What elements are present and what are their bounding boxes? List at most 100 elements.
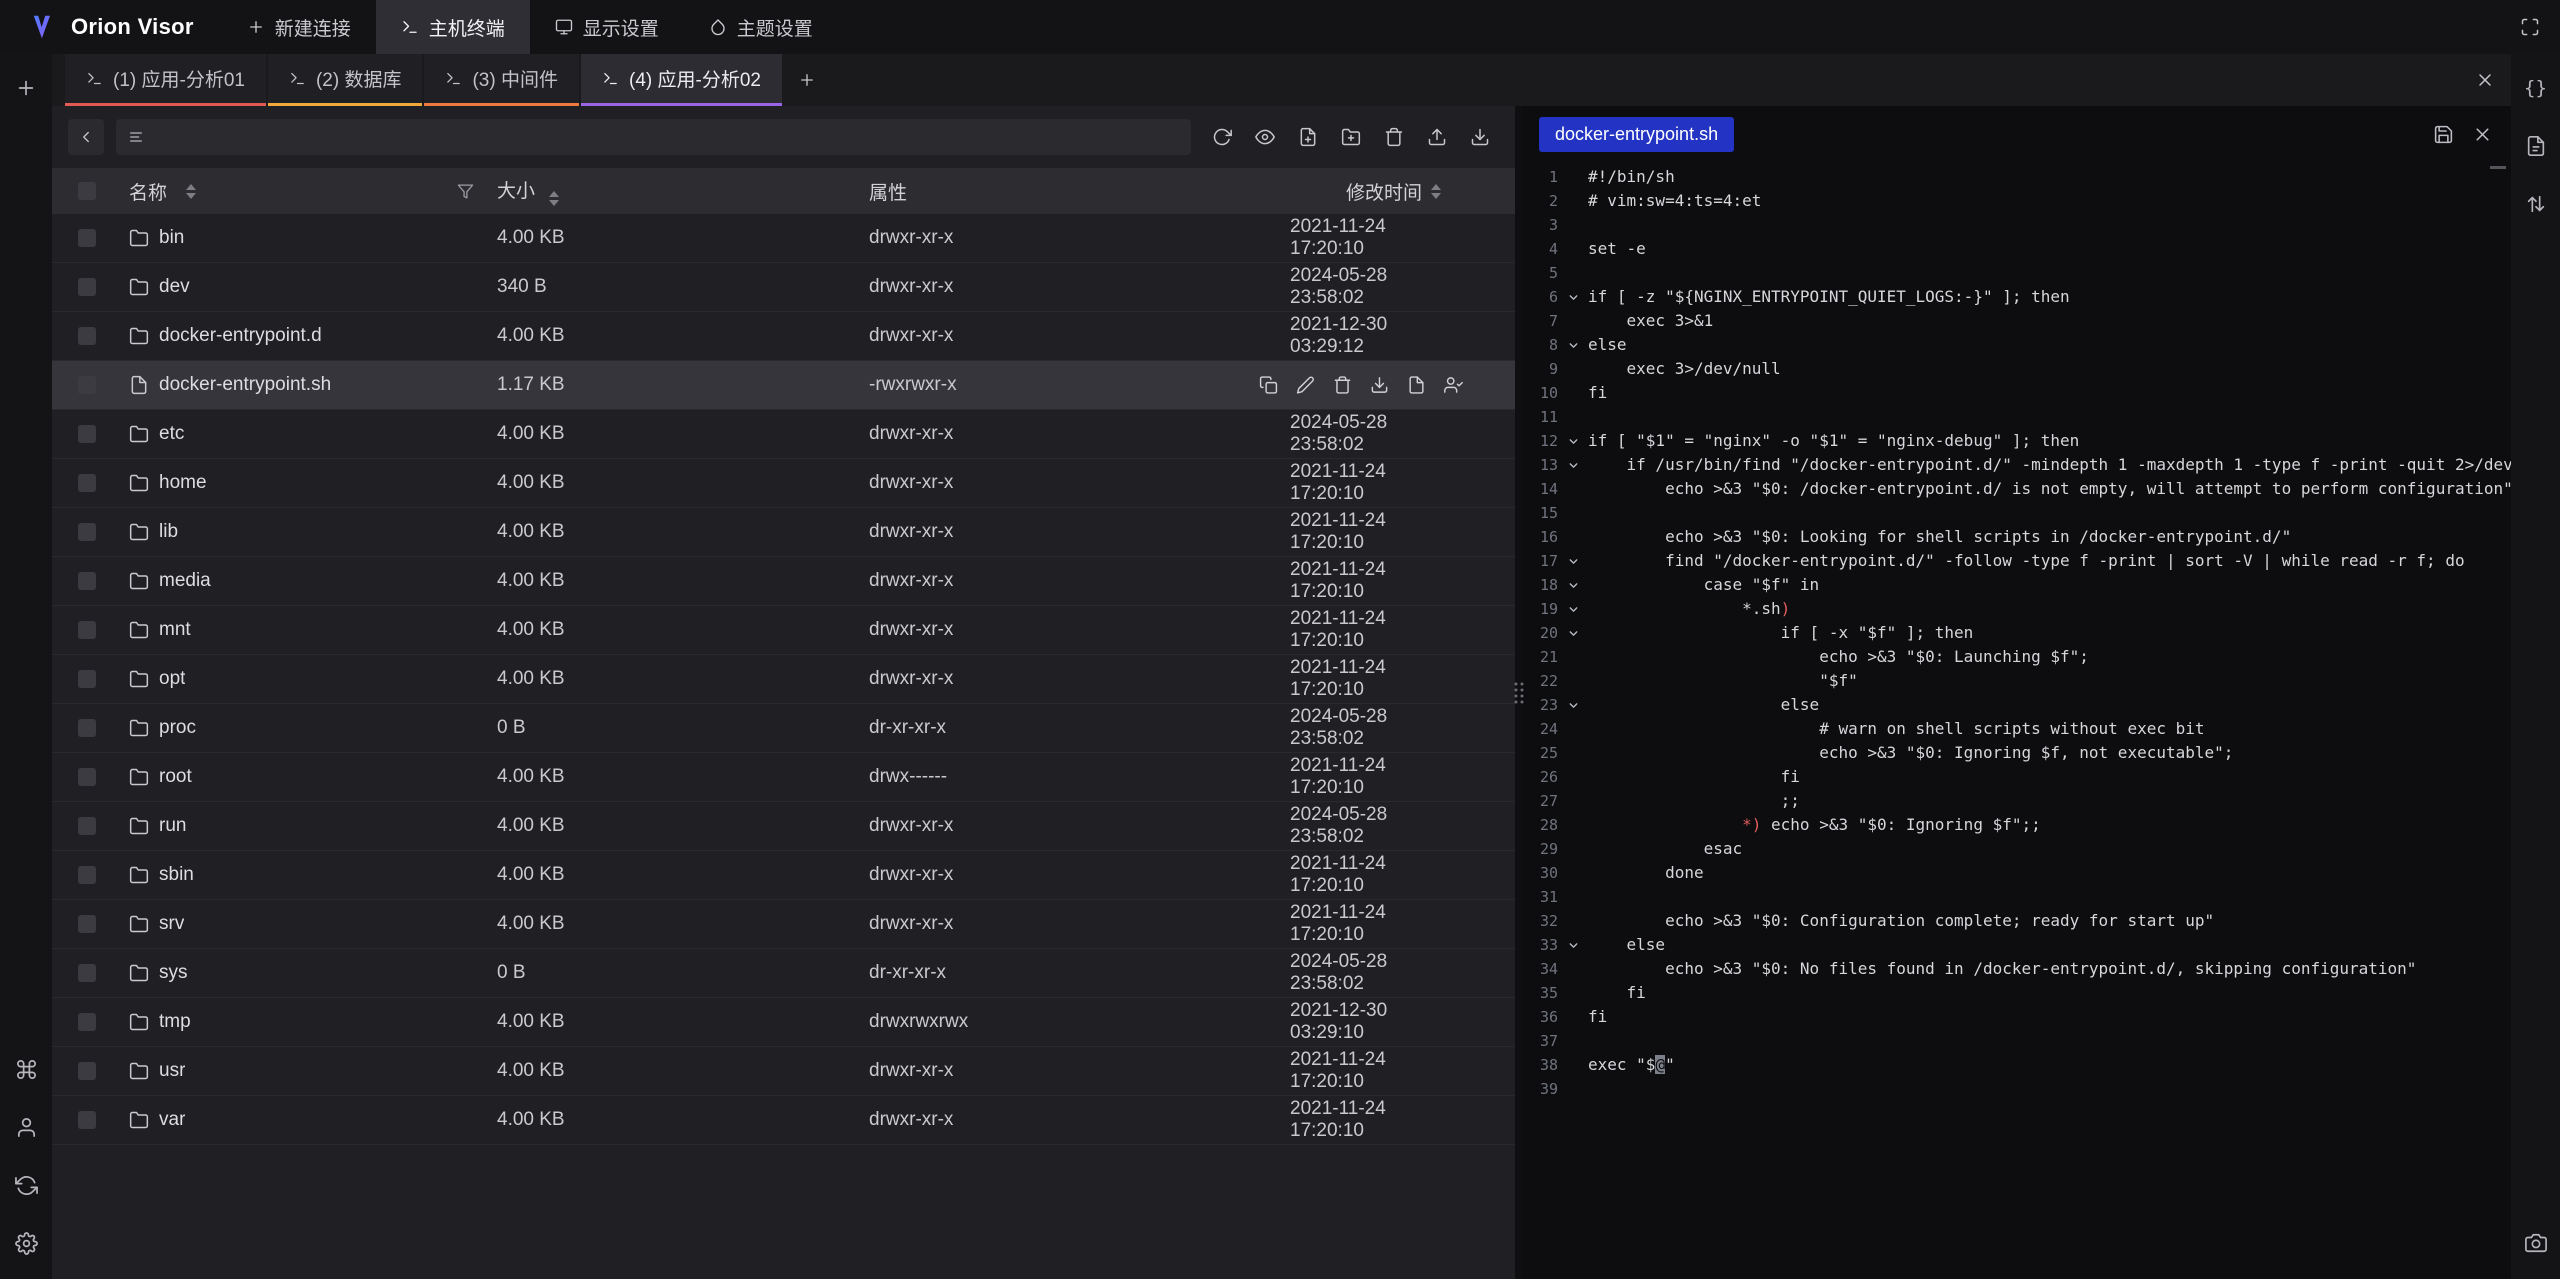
table-row[interactable]: tmp 4.00 KB drwxrwxrwx 2021-12-30 03:29:…	[52, 998, 1515, 1047]
table-row[interactable]: sbin 4.00 KB drwxr-xr-x 2021-11-24 17:20…	[52, 851, 1515, 900]
trash-icon[interactable]	[1332, 376, 1352, 395]
row-checkbox[interactable]	[78, 572, 96, 590]
code-snippets-button[interactable]: {}	[2518, 70, 2554, 106]
chevron-down-icon[interactable]	[1558, 813, 1588, 837]
chevron-down-icon[interactable]	[1558, 477, 1588, 501]
table-row[interactable]: proc 0 B dr-xr-xr-x 2024-05-28 23:58:02	[52, 704, 1515, 753]
file-name-cell[interactable]: docker-entrypoint.sh	[122, 374, 494, 396]
file-name-cell[interactable]: docker-entrypoint.d	[122, 325, 494, 347]
filter-icon[interactable]	[457, 183, 474, 200]
chevron-down-icon[interactable]	[1558, 453, 1588, 477]
chevron-down-icon[interactable]	[1558, 189, 1588, 213]
chevron-down-icon[interactable]	[1558, 165, 1588, 189]
panel-splitter[interactable]	[1515, 106, 1522, 1279]
file-name-cell[interactable]: etc	[122, 423, 494, 445]
new-folder-button[interactable]	[1332, 119, 1370, 155]
row-checkbox[interactable]	[78, 915, 96, 933]
row-checkbox[interactable]	[78, 964, 96, 982]
terminal-tab[interactable]: (3) 中间件	[424, 54, 579, 106]
screenshot-button[interactable]	[2518, 1225, 2554, 1261]
table-row[interactable]: home 4.00 KB drwxr-xr-x 2021-11-24 17:20…	[52, 459, 1515, 508]
permission-icon[interactable]	[1443, 376, 1463, 395]
file-name-cell[interactable]: media	[122, 570, 494, 592]
fullscreen-button[interactable]	[2500, 0, 2560, 54]
column-size[interactable]: 大小	[494, 176, 862, 206]
column-modified[interactable]: 修改时间	[1290, 178, 1515, 205]
row-checkbox[interactable]	[78, 1062, 96, 1080]
chevron-down-icon[interactable]	[1558, 621, 1588, 645]
row-checkbox[interactable]	[78, 327, 96, 345]
column-name[interactable]: 名称	[122, 178, 494, 205]
table-row[interactable]: root 4.00 KB drwx------ 2021-11-24 17:20…	[52, 753, 1515, 802]
chevron-down-icon[interactable]	[1558, 981, 1588, 1005]
table-row[interactable]: docker-entrypoint.d 4.00 KB drwxr-xr-x 2…	[52, 312, 1515, 361]
row-checkbox[interactable]	[78, 621, 96, 639]
terminal-tab[interactable]: (1) 应用-分析01	[65, 54, 266, 106]
nav-display-settings[interactable]: 显示设置	[530, 0, 684, 54]
shortcut-keys-button[interactable]	[8, 1051, 44, 1087]
chevron-down-icon[interactable]	[1558, 213, 1588, 237]
chevron-down-icon[interactable]	[1558, 285, 1588, 309]
table-row[interactable]: etc 4.00 KB drwxr-xr-x 2024-05-28 23:58:…	[52, 410, 1515, 459]
save-button[interactable]	[2433, 124, 2454, 145]
chevron-down-icon[interactable]	[1558, 693, 1588, 717]
sort-icon[interactable]	[549, 191, 559, 206]
sort-icon[interactable]	[1431, 184, 1441, 199]
table-row[interactable]: docker-entrypoint.sh 1.17 KB -rwxrwxr-x	[52, 361, 1515, 410]
nav-new-connection[interactable]: 新建连接	[222, 0, 376, 54]
chevron-down-icon[interactable]	[1558, 309, 1588, 333]
chevron-down-icon[interactable]	[1558, 933, 1588, 957]
row-checkbox[interactable]	[78, 1111, 96, 1129]
download-icon[interactable]	[1369, 376, 1389, 395]
table-row[interactable]: bin 4.00 KB drwxr-xr-x 2021-11-24 17:20:…	[52, 214, 1515, 263]
file-name-cell[interactable]: srv	[122, 913, 494, 935]
nav-theme-settings[interactable]: 主题设置	[684, 0, 838, 54]
chevron-down-icon[interactable]	[1558, 717, 1588, 741]
code-area[interactable]: 1 #!/bin/sh 2 # vim:sw=4:ts=4:et 3 4 set…	[1522, 163, 2511, 1279]
file-icon[interactable]	[1406, 376, 1426, 395]
chevron-down-icon[interactable]	[1558, 885, 1588, 909]
table-row[interactable]: mnt 4.00 KB drwxr-xr-x 2021-11-24 17:20:…	[52, 606, 1515, 655]
chevron-down-icon[interactable]	[1558, 645, 1588, 669]
chevron-down-icon[interactable]	[1558, 1029, 1588, 1053]
chevron-down-icon[interactable]	[1558, 861, 1588, 885]
add-connection-button[interactable]	[8, 70, 44, 106]
chevron-down-icon[interactable]	[1558, 789, 1588, 813]
file-name-cell[interactable]: proc	[122, 717, 494, 739]
settings-button[interactable]	[8, 1225, 44, 1261]
quick-commands-button[interactable]	[2518, 128, 2554, 164]
scrollbar-thumb[interactable]	[2490, 166, 2506, 169]
table-row[interactable]: usr 4.00 KB drwxr-xr-x 2021-11-24 17:20:…	[52, 1047, 1515, 1096]
file-name-cell[interactable]: lib	[122, 521, 494, 543]
table-row[interactable]: srv 4.00 KB drwxr-xr-x 2021-11-24 17:20:…	[52, 900, 1515, 949]
chevron-down-icon[interactable]	[1558, 741, 1588, 765]
row-checkbox[interactable]	[78, 425, 96, 443]
file-name-cell[interactable]: root	[122, 766, 494, 788]
table-row[interactable]: opt 4.00 KB drwxr-xr-x 2021-11-24 17:20:…	[52, 655, 1515, 704]
row-checkbox[interactable]	[78, 229, 96, 247]
row-checkbox[interactable]	[78, 474, 96, 492]
table-row[interactable]: lib 4.00 KB drwxr-xr-x 2021-11-24 17:20:…	[52, 508, 1515, 557]
file-name-cell[interactable]: opt	[122, 668, 494, 690]
row-checkbox[interactable]	[78, 376, 96, 394]
chevron-down-icon[interactable]	[1558, 357, 1588, 381]
chevron-down-icon[interactable]	[1558, 1005, 1588, 1029]
select-all-checkbox[interactable]	[78, 182, 96, 200]
table-row[interactable]: media 4.00 KB drwxr-xr-x 2021-11-24 17:2…	[52, 557, 1515, 606]
file-name-cell[interactable]: usr	[122, 1060, 494, 1082]
show-hidden-button[interactable]	[1246, 119, 1284, 155]
file-name-cell[interactable]: dev	[122, 276, 494, 298]
chevron-down-icon[interactable]	[1558, 261, 1588, 285]
download-button[interactable]	[1461, 119, 1499, 155]
file-name-cell[interactable]: var	[122, 1109, 494, 1131]
chevron-down-icon[interactable]	[1558, 597, 1588, 621]
chevron-down-icon[interactable]	[1558, 549, 1588, 573]
delete-button[interactable]	[1375, 119, 1413, 155]
upload-button[interactable]	[1418, 119, 1456, 155]
table-row[interactable]: var 4.00 KB drwxr-xr-x 2021-11-24 17:20:…	[52, 1096, 1515, 1145]
file-name-cell[interactable]: bin	[122, 227, 494, 249]
file-name-cell[interactable]: tmp	[122, 1011, 494, 1033]
chevron-down-icon[interactable]	[1558, 1077, 1588, 1101]
table-row[interactable]: run 4.00 KB drwxr-xr-x 2024-05-28 23:58:…	[52, 802, 1515, 851]
row-checkbox[interactable]	[78, 670, 96, 688]
